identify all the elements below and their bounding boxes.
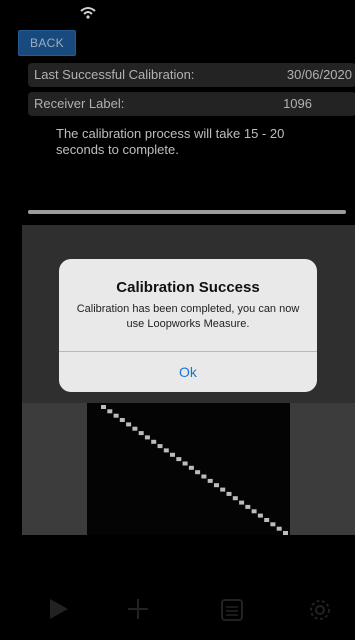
alert-message: Calibration has been completed, you can …: [76, 303, 300, 330]
alert-title: Calibration Success: [116, 279, 260, 296]
alert-ok-button[interactable]: Ok: [59, 352, 317, 392]
calibration-success-alert: Calibration Success Calibration has been…: [59, 259, 317, 392]
